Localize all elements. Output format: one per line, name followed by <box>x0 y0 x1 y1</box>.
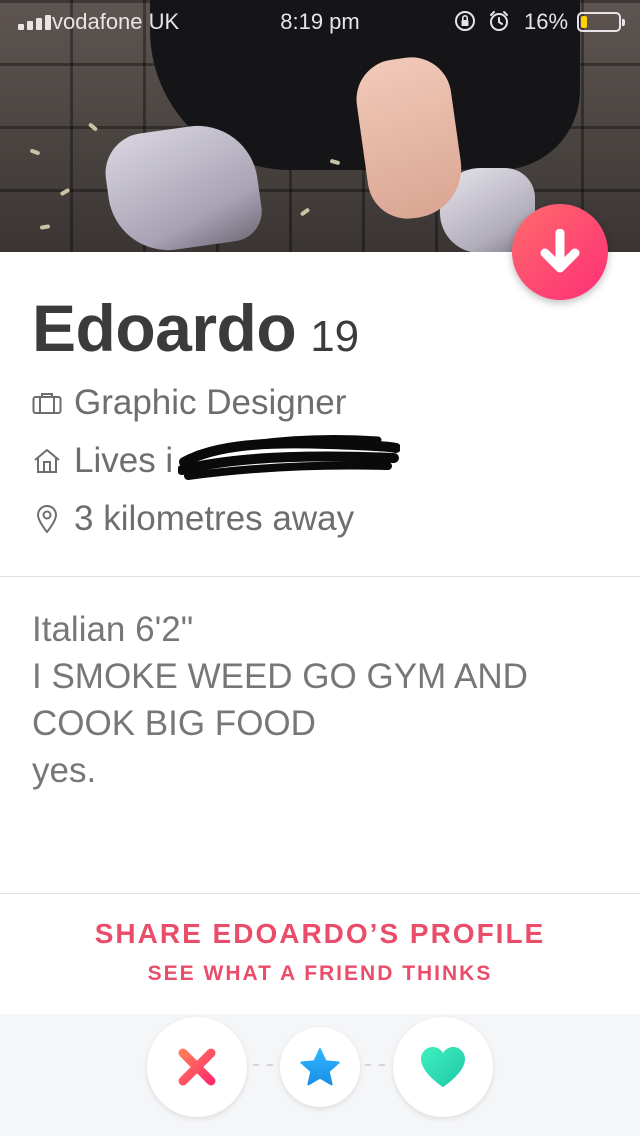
bio-line: COOK BIG FOOD <box>32 704 316 743</box>
bio-text: Italian 6'2" I SMOKE WEED GO GYM AND COO… <box>32 606 612 794</box>
profile-name: Edoardo <box>32 291 297 365</box>
photo-detail <box>299 207 311 217</box>
x-icon <box>178 1048 216 1086</box>
job-title: Graphic Designer <box>74 383 347 422</box>
orientation-lock-icon <box>455 11 475 31</box>
share-subtitle: SEE WHAT A FRIEND THINKS <box>147 962 493 985</box>
photo-detail <box>29 148 41 156</box>
heart-icon <box>421 1047 465 1087</box>
separator-dots <box>365 1064 385 1066</box>
distance-row: 3 kilometres away <box>32 499 354 539</box>
profile-header: Edoardo 19 <box>32 290 359 366</box>
profile-age: 19 <box>310 312 360 361</box>
lives-in-text: Lives i <box>74 441 174 480</box>
photo-detail <box>39 224 51 230</box>
distance-text: 3 kilometres away <box>74 499 355 538</box>
alarm-icon <box>490 11 508 31</box>
photo-detail <box>59 187 71 197</box>
arrow-down-icon <box>540 229 580 273</box>
like-button[interactable] <box>393 1017 493 1117</box>
home-icon <box>32 446 62 476</box>
battery-level <box>581 16 587 28</box>
divider <box>0 576 640 577</box>
redaction-scribble <box>178 435 400 480</box>
divider <box>0 893 640 894</box>
bio-line: yes. <box>32 751 97 790</box>
bio-line: Italian 6'2" <box>32 610 194 649</box>
nope-button[interactable] <box>147 1017 247 1117</box>
status-icons <box>453 9 511 33</box>
star-icon <box>300 1048 340 1086</box>
location-row: Lives i <box>32 441 173 481</box>
location-pin-icon <box>32 504 62 534</box>
collapse-profile-button[interactable] <box>512 204 608 300</box>
super-like-button[interactable] <box>280 1027 360 1107</box>
photo-detail <box>87 122 99 132</box>
bio-line: I SMOKE WEED GO GYM AND <box>32 657 528 696</box>
share-profile-link[interactable]: SHARE EDOARDO’S PROFILE <box>0 918 640 950</box>
briefcase-icon <box>32 388 62 418</box>
status-bar: vodafone UK 8:19 pm 16% <box>0 0 640 40</box>
battery-percent: 16% <box>524 9 569 34</box>
job-row: Graphic Designer <box>32 383 346 423</box>
separator-dots <box>253 1064 273 1066</box>
battery-icon <box>577 12 625 32</box>
